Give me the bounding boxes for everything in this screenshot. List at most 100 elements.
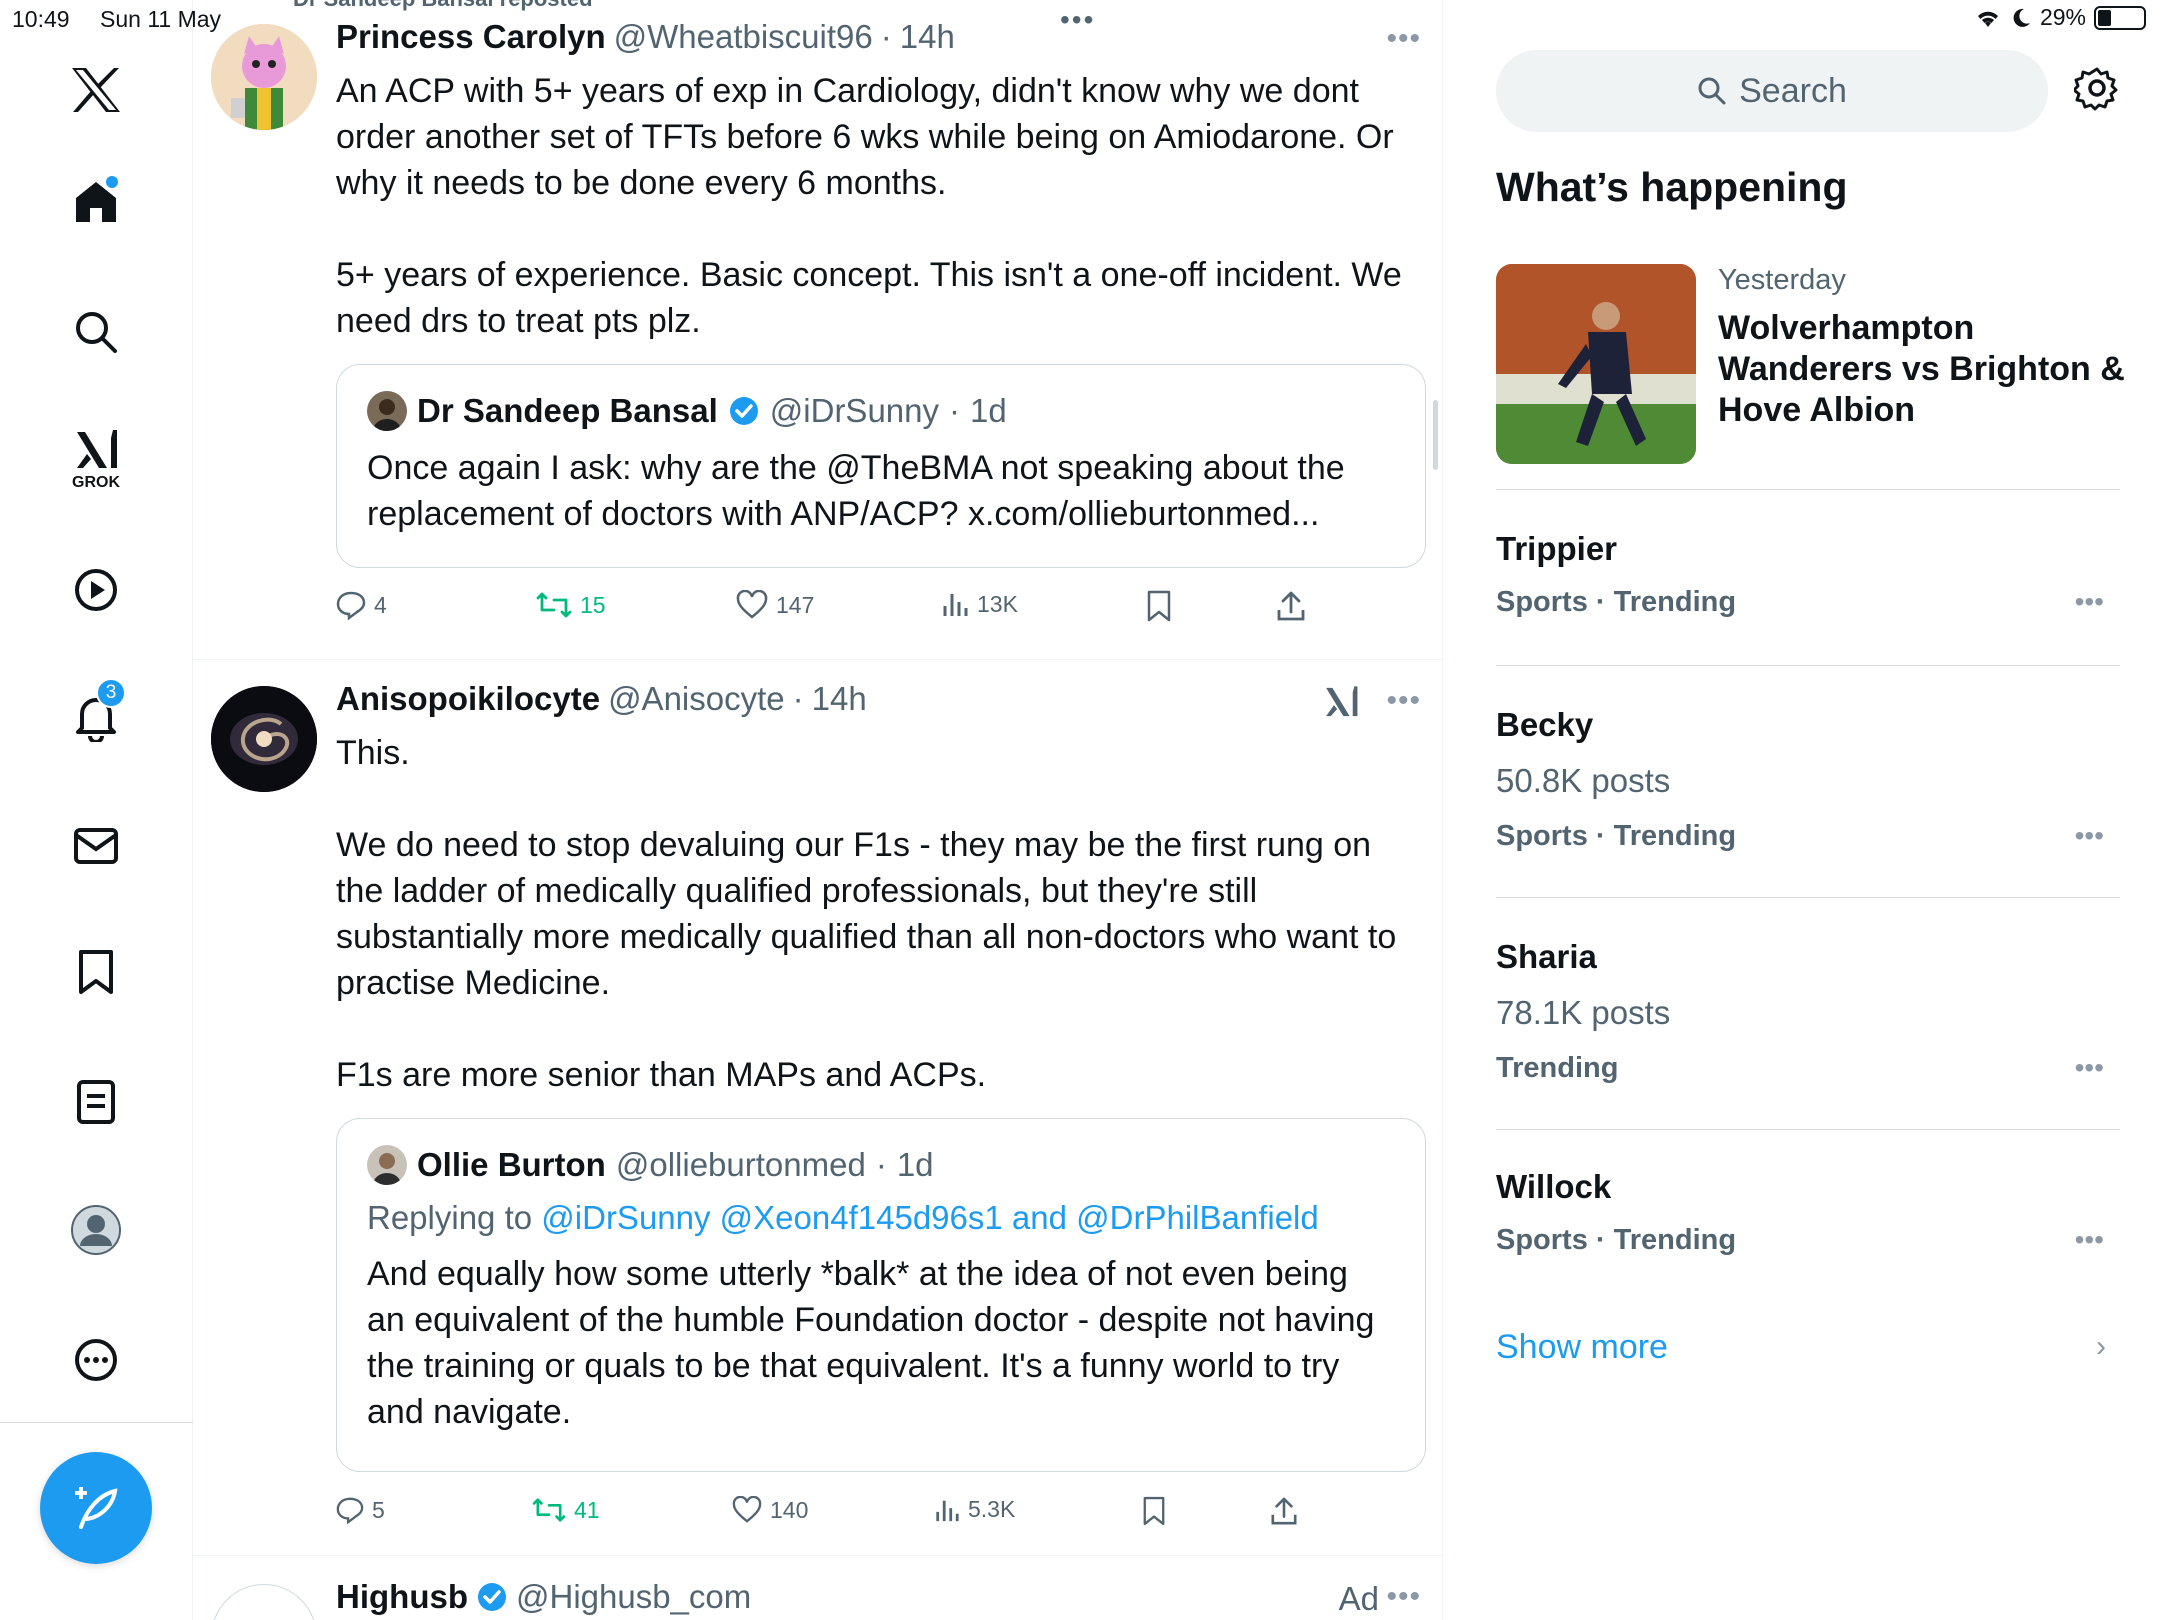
quoted-tweet[interactable]: Dr Sandeep Bansal @iDrSunny · 1d Once ag… — [336, 364, 1426, 568]
nav-video[interactable] — [56, 550, 136, 630]
like-button[interactable]: 140 — [732, 1496, 808, 1524]
timestamp[interactable]: 14h — [812, 680, 867, 718]
repost-count: 41 — [574, 1496, 600, 1523]
trend-more-icon[interactable]: ••• — [2075, 1224, 2104, 1256]
tweet-actions: 5 41 140 5.3K — [336, 1496, 1396, 1536]
quoted-tweet[interactable]: Ollie Burton @ollieburtonmed · 1d Replyi… — [336, 1118, 1426, 1472]
verified-badge-icon — [477, 1583, 506, 1611]
trend-item[interactable]: Trippier Sports · Trending ••• — [1496, 490, 2120, 666]
author-name[interactable]: Highusb — [336, 1578, 468, 1616]
share-button[interactable] — [1276, 590, 1306, 622]
quote-avatar — [367, 391, 407, 431]
tweet-more-icon[interactable]: ••• — [1386, 684, 1421, 718]
football-photo-icon — [1496, 264, 1696, 464]
status-bar: 10:49 Sun 11 May ••• 29% — [0, 0, 2160, 40]
repost-button[interactable]: 15 — [536, 590, 606, 620]
search-icon — [1698, 77, 1726, 105]
tweet[interactable]: Anisopoikilocyte @Anisocyte · 14h ••• Th… — [193, 660, 1442, 1556]
news-item[interactable]: Yesterday Wolverhampton Wanderers vs Bri… — [1496, 264, 2125, 490]
compose-feather-icon — [75, 1487, 118, 1529]
reply-count: 5 — [372, 1496, 385, 1523]
reply-button[interactable]: 5 — [336, 1496, 385, 1524]
quote-author-handle: @iDrSunny — [769, 392, 940, 429]
nav-grok[interactable]: GROK — [56, 420, 136, 500]
news-meta: Yesterday — [1718, 264, 1846, 296]
author-name[interactable]: Anisopoikilocyte — [336, 680, 600, 718]
status-date: Sun 11 May — [100, 6, 222, 32]
replying-to-label: Replying to — [367, 1199, 533, 1236]
tweet-more-icon[interactable]: ••• — [1386, 1580, 1421, 1614]
nav-profile[interactable] — [56, 1190, 136, 1270]
trend-item[interactable]: Becky 50.8K posts Sports · Trending ••• — [1496, 666, 2120, 898]
heart-icon — [732, 1496, 762, 1523]
author-handle[interactable]: @Highusb_com — [516, 1578, 751, 1616]
nav-explore[interactable] — [56, 292, 136, 372]
right-sidebar: Search What’s happening Yesterday Wolver… — [1444, 0, 2160, 1620]
quote-timestamp: 1d — [896, 1146, 934, 1183]
x-logo-icon[interactable] — [56, 50, 136, 130]
quote-author-handle: @ollieburtonmed — [615, 1146, 866, 1183]
nav-messages[interactable] — [56, 806, 136, 886]
reply-button[interactable]: 4 — [336, 590, 387, 620]
nav-bookmarks[interactable] — [56, 932, 136, 1012]
tweet-paragraph: This. — [336, 734, 410, 772]
grok-explain-icon[interactable] — [1323, 684, 1359, 725]
repost-icon — [532, 1498, 566, 1522]
nav-notifications[interactable]: 3 — [56, 678, 136, 758]
trend-category: Sports · Trending — [1496, 586, 1737, 618]
views-button[interactable]: 5.3K — [934, 1496, 1015, 1523]
views-button[interactable]: 13K — [941, 590, 1018, 618]
views-icon — [936, 1500, 959, 1521]
scrollbar[interactable] — [1433, 400, 1438, 470]
multitasking-dots-icon[interactable]: ••• — [1060, 4, 1095, 36]
trend-name: Becky — [1496, 706, 1594, 743]
galaxy-avatar-icon — [211, 686, 317, 792]
trend-more-icon[interactable]: ••• — [2075, 1052, 2104, 1084]
views-count: 13K — [977, 590, 1018, 617]
share-button[interactable] — [1270, 1496, 1298, 1526]
left-navigation: GROK 3 — [0, 0, 193, 1620]
nav-more[interactable] — [56, 1320, 136, 1400]
timeline-feed[interactable]: Dr Sandeep Bansal reposted Princess Caro… — [193, 0, 1443, 1620]
quote-timestamp: 1d — [970, 392, 1007, 429]
bookmark-button[interactable] — [1146, 590, 1172, 622]
notifications-badge: 3 — [96, 678, 126, 708]
gear-icon[interactable] — [2072, 65, 2120, 116]
avatar[interactable] — [211, 686, 317, 792]
compose-post-button[interactable] — [40, 1452, 152, 1564]
nav-lists[interactable] — [56, 1062, 136, 1142]
status-time: 10:49 — [12, 6, 70, 32]
tweet-text: This. We do need to stop devaluing our F… — [336, 730, 1406, 1098]
author-handle[interactable]: @Anisocyte — [608, 680, 785, 718]
repost-button[interactable]: 41 — [532, 1496, 600, 1524]
battery-percent: 29% — [2039, 4, 2086, 30]
tweet[interactable]: Highusb @Highusb_com Ad ••• — [193, 1556, 1442, 1620]
quote-avatar — [367, 1145, 407, 1185]
tweet-paragraph: F1s are more senior than MAPs and ACPs. — [336, 1056, 987, 1094]
like-count: 140 — [770, 1496, 809, 1523]
show-more-link[interactable]: Show more — [1496, 1328, 1668, 1367]
repost-count: 15 — [580, 591, 606, 618]
tweet[interactable]: Princess Carolyn @Wheatbiscuit96 · 14h •… — [193, 0, 1442, 660]
bookmark-button[interactable] — [1142, 1496, 1166, 1526]
grok-icon — [77, 430, 117, 468]
nav-home[interactable] — [56, 162, 136, 242]
avatar[interactable] — [211, 1584, 317, 1620]
moon-icon — [2013, 8, 2030, 27]
search-input[interactable]: Search — [1496, 50, 2048, 132]
news-title: Wolverhampton Wanderers vs Brighton & Ho… — [1718, 309, 2125, 429]
trend-item[interactable]: Willock Sports · Trending ••• — [1496, 1130, 2120, 1306]
ad-label: Ad — [1338, 1580, 1379, 1617]
trend-more-icon[interactable]: ••• — [2075, 586, 2104, 618]
verified-badge-icon — [729, 397, 758, 425]
repost-icon — [536, 592, 572, 618]
replying-to-mentions[interactable]: @iDrSunny @Xeon4f145d96s1 and @DrPhilBan… — [541, 1199, 1318, 1236]
search-icon — [76, 312, 117, 353]
trend-item[interactable]: Sharia 78.1K posts Trending ••• — [1496, 898, 2120, 1130]
tweet-text: An ACP with 5+ years of exp in Cardiolog… — [336, 68, 1406, 344]
chevron-right-icon[interactable]: › — [2096, 1330, 2106, 1364]
trend-name: Trippier — [1496, 530, 1618, 567]
trend-more-icon[interactable]: ••• — [2075, 820, 2104, 852]
tweet-paragraph: 5+ years of experience. Basic concept. T… — [336, 256, 1402, 340]
like-button[interactable]: 147 — [736, 590, 814, 620]
